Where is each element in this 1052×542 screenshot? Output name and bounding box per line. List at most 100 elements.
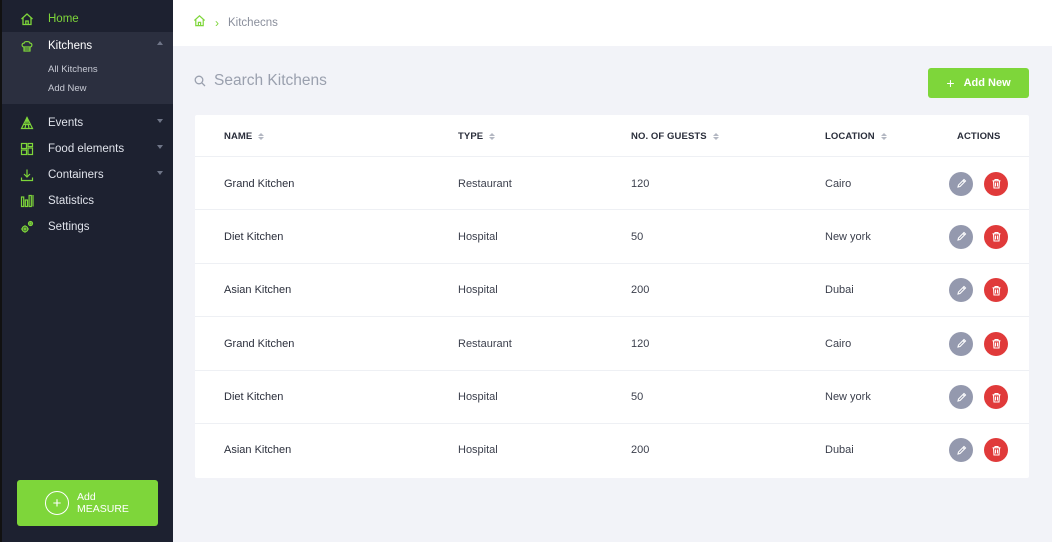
delete-button[interactable] <box>984 438 1008 463</box>
sidebar-item-label: Home <box>48 13 79 25</box>
sidebar: Home Kitchens All Kitchens Add New Event… <box>0 0 173 542</box>
sidebar-subitem-add-new[interactable]: Add New <box>2 79 173 98</box>
trash-icon <box>992 445 1000 456</box>
cell-guests: 120 <box>631 337 650 350</box>
trash-icon <box>992 392 1000 403</box>
cell-name: Asian Kitchen <box>224 444 292 457</box>
sort-icon <box>712 133 719 140</box>
tent-icon <box>20 116 34 130</box>
column-header-location[interactable]: LOCATION <box>825 131 887 142</box>
search-bar <box>194 72 454 90</box>
chevron-down-icon <box>157 145 163 149</box>
delete-button[interactable] <box>984 385 1008 410</box>
column-header-label: ACTIONS <box>957 131 1001 142</box>
cell-name: Asian Kitchen <box>224 284 292 297</box>
search-input[interactable] <box>214 72 454 90</box>
breadcrumb-separator: › <box>215 16 219 30</box>
cell-guests: 120 <box>631 177 650 190</box>
cell-guests: 50 <box>631 230 644 243</box>
column-header-type[interactable]: TYPE <box>458 131 496 142</box>
delete-button[interactable] <box>984 278 1008 303</box>
cell-actions <box>949 210 1008 263</box>
cell-type: Hospital <box>458 284 498 297</box>
add-measure-line2: MEASURE <box>77 503 129 515</box>
add-measure-label: Add MEASURE <box>77 491 129 515</box>
table-header: NAME TYPE NO. OF GUESTS LOCATION ACTIONS <box>195 115 1029 157</box>
table-body: Grand Kitchen Restaurant 120 Cairo Diet … <box>195 157 1029 477</box>
table-row: Diet Kitchen Hospital 50 New york <box>195 210 1029 264</box>
cell-location: Cairo <box>825 337 852 350</box>
column-header-label: TYPE <box>458 131 484 142</box>
cell-actions <box>949 371 1008 424</box>
sidebar-item-food-elements[interactable]: Food elements <box>2 136 173 162</box>
download-icon <box>20 168 34 182</box>
sidebar-subitem-all-kitchens[interactable]: All Kitchens <box>2 60 173 79</box>
chevron-up-icon <box>157 41 163 45</box>
column-header-label: NAME <box>224 131 253 142</box>
cell-name: Diet Kitchen <box>224 230 284 243</box>
cell-actions <box>949 264 1008 317</box>
sidebar-item-events[interactable]: Events <box>2 110 173 136</box>
trash-icon <box>992 285 1000 296</box>
grid-icon <box>20 142 34 156</box>
breadcrumb: › Kitchecns <box>173 0 1052 46</box>
delete-button[interactable] <box>984 331 1008 356</box>
cell-guests: 200 <box>631 284 650 297</box>
cell-actions <box>949 424 1008 477</box>
cell-type: Hospital <box>458 230 498 243</box>
sidebar-item-home[interactable]: Home <box>2 6 173 32</box>
table-row: Diet Kitchen Hospital 50 New york <box>195 371 1029 424</box>
edit-button[interactable] <box>949 438 973 463</box>
table-row: Grand Kitchen Restaurant 120 Cairo <box>195 157 1029 211</box>
column-header-actions: ACTIONS <box>957 131 1000 142</box>
bar-chart-icon <box>20 194 34 208</box>
cell-actions <box>949 157 1008 210</box>
cell-type: Hospital <box>458 391 498 404</box>
cell-actions <box>949 317 1008 370</box>
add-measure-line1: Add <box>77 491 96 503</box>
trash-icon <box>992 339 1000 349</box>
chevron-down-icon <box>157 119 163 123</box>
edit-button[interactable] <box>949 385 973 410</box>
column-header-label: NO. OF GUESTS <box>631 131 707 142</box>
delete-button[interactable] <box>984 171 1008 196</box>
column-header-guests[interactable]: NO. OF GUESTS <box>631 131 719 142</box>
plus-circle-icon: + <box>45 491 69 515</box>
home-icon <box>20 12 34 26</box>
edit-button[interactable] <box>949 224 973 249</box>
edit-button[interactable] <box>949 171 973 196</box>
sidebar-item-containers[interactable]: Containers <box>2 162 173 188</box>
pencil-icon <box>956 392 966 402</box>
search-icon <box>194 75 206 87</box>
delete-button[interactable] <box>984 224 1008 249</box>
sidebar-item-kitchens[interactable]: Kitchens <box>2 32 173 60</box>
cell-location: Dubai <box>825 284 854 297</box>
cell-location: Cairo <box>825 177 852 190</box>
edit-button[interactable] <box>949 278 973 303</box>
gears-icon <box>20 220 34 234</box>
cell-guests: 50 <box>631 391 644 404</box>
cell-type: Restaurant <box>458 337 512 350</box>
add-new-button[interactable]: + Add New <box>928 68 1029 98</box>
cell-name: Grand Kitchen <box>224 177 295 190</box>
sidebar-item-settings[interactable]: Settings <box>2 214 173 240</box>
trash-icon <box>992 178 1000 189</box>
cell-name: Grand Kitchen <box>224 337 295 350</box>
edit-button[interactable] <box>949 331 973 356</box>
cell-location: New york <box>825 391 871 404</box>
add-measure-button[interactable]: + Add MEASURE <box>17 480 158 526</box>
sidebar-item-statistics[interactable]: Statistics <box>2 188 173 214</box>
plus-icon: + <box>946 75 955 91</box>
sort-icon <box>258 133 265 140</box>
chef-hat-icon <box>20 39 34 53</box>
cell-guests: 200 <box>631 444 650 457</box>
column-header-name[interactable]: NAME <box>224 131 265 142</box>
cell-location: New york <box>825 230 871 243</box>
home-icon[interactable] <box>193 14 206 32</box>
column-header-label: LOCATION <box>825 131 875 142</box>
pencil-icon <box>956 178 966 188</box>
table-row: Asian Kitchen Hospital 200 Dubai <box>195 264 1029 318</box>
trash-icon <box>992 232 1000 242</box>
sidebar-item-label: Food elements <box>48 143 125 155</box>
cell-location: Dubai <box>825 444 854 457</box>
